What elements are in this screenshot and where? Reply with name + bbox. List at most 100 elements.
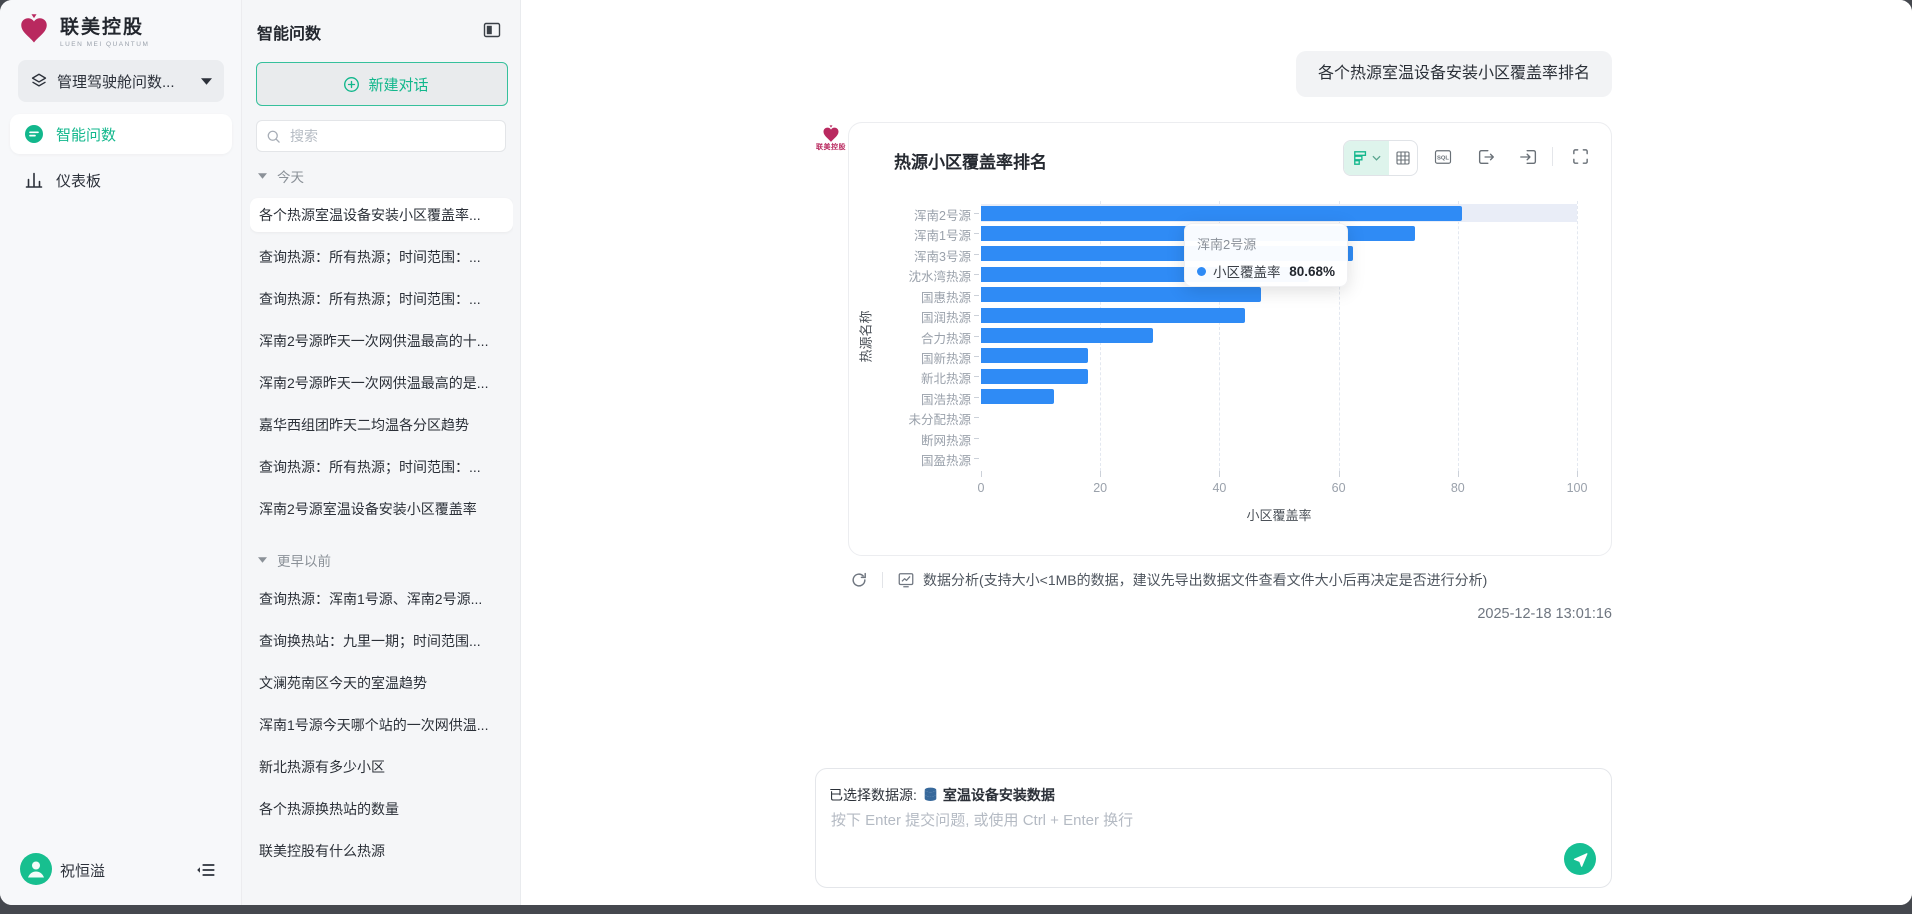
plus-circle-icon (343, 76, 360, 93)
conversation-item[interactable]: 嘉华西组团昨天二均温各分区趋势 (250, 408, 513, 442)
workspace-selector[interactable]: 管理驾驶舱问数... (18, 60, 224, 102)
sidebar-item-label: 仪表板 (56, 170, 101, 191)
conversation-item[interactable]: 浑南1号源今天哪个站的一次网供温... (250, 708, 513, 742)
y-tick-label: 新北热源 (859, 368, 971, 387)
conversation-group[interactable]: 更早以前 (250, 546, 513, 582)
bar[interactable] (981, 206, 1462, 221)
conversation-item[interactable]: 查询热源：浑南1号源、浑南2号源... (250, 582, 513, 616)
tooltip-series: 小区覆盖率 (1213, 261, 1289, 281)
bar[interactable] (981, 287, 1261, 302)
series-dot-icon (1197, 267, 1206, 276)
heart-logo-icon (16, 12, 52, 46)
gridline (1458, 201, 1459, 471)
actions-divider (882, 572, 883, 588)
x-tick-label: 80 (1438, 481, 1478, 495)
bar-chart-icon (24, 170, 44, 190)
user-name: 祝恒溢 (60, 860, 105, 881)
main-content: 各个热源室温设备安装小区覆盖率排名 联美控股 热源小区覆盖率排名 (521, 0, 1912, 905)
search-icon (266, 129, 281, 144)
chat-icon (24, 124, 44, 144)
y-tick-label: 浑南1号源 (859, 225, 971, 244)
y-tick-label: 浑南2号源 (859, 205, 971, 224)
gridline (1577, 201, 1578, 471)
conversation-item[interactable]: 联美控股有什么热源 (250, 834, 513, 868)
y-tick-label: 断网热源 (859, 430, 971, 449)
conversation-item[interactable]: 各个热源室温设备安装小区覆盖率... (250, 198, 513, 232)
refresh-icon[interactable] (850, 571, 868, 589)
x-axis-title: 小区覆盖率 (981, 505, 1577, 524)
message-timestamp: 2025-12-18 13:01:16 (1477, 606, 1612, 622)
avatar[interactable] (20, 853, 52, 885)
layers-icon (30, 72, 48, 90)
message-chart-icon[interactable] (897, 571, 915, 589)
assistant-avatar: 联美控股 (811, 124, 851, 152)
bar[interactable] (981, 308, 1245, 323)
x-tick-label: 20 (1080, 481, 1120, 495)
message-actions: 数据分析(支持大小<1MB的数据，建议先导出数据文件查看文件大小后再决定是否进行… (850, 570, 1487, 590)
search-box (256, 120, 506, 152)
conversation-item[interactable]: 浑南2号源昨天一次网供温最高的是... (250, 366, 513, 400)
new-chat-label: 新建对话 (368, 74, 428, 95)
datasource-prefix: 已选择数据源: (829, 785, 917, 805)
analysis-note[interactable]: 数据分析(支持大小<1MB的数据，建议先导出数据文件查看文件大小后再决定是否进行… (923, 570, 1487, 590)
conversation-item[interactable]: 查询热源：所有热源；时间范围：... (250, 282, 513, 316)
y-tick-label: 沈水湾热源 (859, 266, 971, 285)
user-row: 祝恒溢 (0, 853, 241, 891)
sidebar-collapse-icon[interactable] (195, 859, 217, 881)
caret-down-icon (258, 173, 267, 179)
panel-collapse-icon[interactable] (482, 20, 502, 40)
y-tick-label: 浑南3号源 (859, 246, 971, 265)
send-button[interactable] (1564, 843, 1596, 875)
assistant-avatar-label: 联美控股 (811, 142, 851, 152)
app-window: 联美控股 LUEN MEI QUANTUM 管理驾驶舱问数... (0, 0, 1912, 905)
y-tick-label: 国新热源 (859, 348, 971, 367)
tooltip-title: 浑南2号源 (1197, 234, 1335, 253)
sidebar-item-smart-qa[interactable]: 智能问数 (10, 114, 232, 154)
conversation-list: 今天各个热源室温设备安装小区覆盖率... 查询热源：所有热源；时间范围：... 查询… (250, 162, 513, 905)
person-icon (20, 853, 52, 885)
question-input[interactable] (829, 811, 1453, 830)
conversation-item[interactable]: 查询热源：所有热源；时间范围：... (250, 450, 513, 484)
search-input[interactable] (288, 127, 492, 145)
chart-tooltip: 浑南2号源 小区覆盖率 80.68% (1184, 223, 1348, 287)
conversation-item[interactable]: 浑南2号源昨天一次网供温最高的十... (250, 324, 513, 358)
logo-title: 联美控股 (60, 12, 149, 39)
conversation-item[interactable]: 各个热源换热站的数量 (250, 792, 513, 826)
composer: 已选择数据源: 室温设备安装数据 (815, 768, 1612, 888)
bar[interactable] (981, 348, 1088, 363)
x-tick-label: 0 (961, 481, 1001, 495)
bar[interactable] (981, 389, 1054, 404)
caret-down-icon (258, 557, 267, 563)
datasource-name: 室温设备安装数据 (943, 785, 1055, 805)
sidebar-item-dashboard[interactable]: 仪表板 (10, 160, 232, 200)
y-tick-label: 未分配热源 (859, 409, 971, 428)
x-tick-label: 60 (1319, 481, 1359, 495)
bar[interactable] (981, 369, 1088, 384)
x-tick-label: 100 (1557, 481, 1597, 495)
conversation-item[interactable]: 新北热源有多少小区 (250, 750, 513, 784)
chart-plot: 020406080100浑南2号源浑南1号源浑南3号源沈水湾热源国惠热源国润热源… (849, 123, 1611, 555)
sidebar-item-label: 智能问数 (56, 124, 116, 145)
conversation-item[interactable]: 文澜苑南区今天的室温趋势 (250, 666, 513, 700)
chart-card: 热源小区覆盖率排名 (848, 122, 1612, 556)
conversation-item[interactable]: 查询换热站：九里一期；时间范围... (250, 624, 513, 658)
logo-subtitle: LUEN MEI QUANTUM (60, 41, 149, 48)
y-tick-label: 国浩热源 (859, 389, 971, 408)
conversations-panel: 智能问数 新建对话 今天各个热源室温设备安装小区覆盖率...查询 (242, 0, 521, 905)
tooltip-value: 80.68% (1289, 264, 1335, 279)
y-axis-title: 热源名称 (856, 295, 875, 379)
new-chat-button[interactable]: 新建对话 (256, 62, 508, 106)
conversation-group[interactable]: 今天 (250, 162, 513, 198)
y-tick-label: 合力热源 (859, 328, 971, 347)
sidebar: 联美控股 LUEN MEI QUANTUM 管理驾驶舱问数... (0, 0, 242, 905)
caret-down-icon (201, 78, 212, 85)
user-message-bubble: 各个热源室温设备安装小区覆盖率排名 (1296, 51, 1612, 97)
send-icon (1572, 851, 1589, 868)
panel-title: 智能问数 (257, 20, 321, 44)
conversation-item[interactable]: 查询热源：所有热源；时间范围：... (250, 240, 513, 274)
y-tick-label: 国盈热源 (859, 450, 971, 469)
conversation-item[interactable]: 浑南2号源室温设备安装小区覆盖率 (250, 492, 513, 526)
bar[interactable] (981, 328, 1153, 343)
database-icon (923, 787, 938, 803)
x-tick-label: 40 (1199, 481, 1239, 495)
